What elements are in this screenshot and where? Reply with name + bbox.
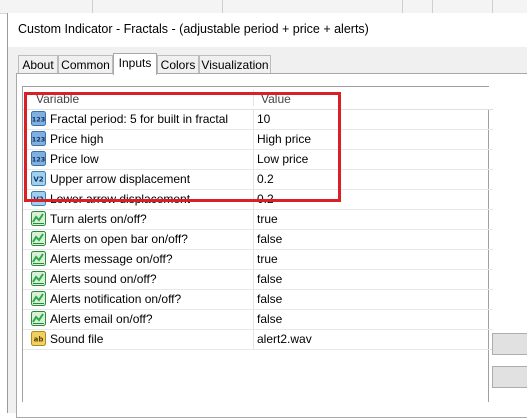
svg-text:V2: V2 bbox=[33, 196, 43, 204]
input-variable-name: Lower arrow displacement bbox=[50, 192, 191, 206]
column-separator bbox=[253, 269, 254, 289]
input-variable-name: Alerts email on/off? bbox=[50, 312, 153, 326]
svg-text:V2: V2 bbox=[33, 176, 43, 184]
input-row[interactable]: 123 Price low Low price bbox=[23, 149, 493, 170]
column-separator bbox=[253, 249, 254, 269]
inputs-grid: Variable Value 123 Fractal period: 5 for … bbox=[22, 86, 493, 402]
input-value-cell[interactable]: High price bbox=[257, 132, 311, 146]
int-icon: 123 bbox=[31, 151, 46, 166]
strip-segment bbox=[222, 0, 403, 13]
title-bar: Custom Indicator - Fractals - (adjustabl… bbox=[8, 13, 527, 47]
column-separator bbox=[253, 209, 254, 229]
input-row[interactable]: Turn alerts on/off? true bbox=[23, 209, 493, 230]
input-variable-name: Sound file bbox=[50, 332, 104, 346]
column-separator bbox=[253, 149, 254, 169]
side-button[interactable] bbox=[492, 366, 527, 388]
svg-text:123: 123 bbox=[32, 136, 46, 144]
double-icon: V2 bbox=[31, 171, 46, 186]
svg-text:ab: ab bbox=[34, 336, 44, 344]
column-separator bbox=[253, 289, 254, 309]
input-value-cell[interactable]: false bbox=[257, 232, 282, 246]
tab-colors[interactable]: Colors bbox=[157, 55, 199, 73]
input-value-cell[interactable]: 0.2 bbox=[257, 192, 274, 206]
input-value-cell[interactable]: true bbox=[257, 212, 278, 226]
input-row[interactable]: ab Sound file alert2.wav bbox=[23, 329, 493, 350]
string-icon: ab bbox=[31, 331, 46, 346]
strip-segment bbox=[92, 0, 223, 13]
input-variable-name: Alerts message on/off? bbox=[50, 252, 173, 266]
column-separator bbox=[253, 129, 254, 149]
bool-icon bbox=[31, 211, 46, 226]
header-separator bbox=[253, 90, 254, 106]
input-variable-name: Alerts sound on/off? bbox=[50, 272, 157, 286]
column-header-value[interactable]: Value bbox=[261, 92, 291, 106]
tab-common[interactable]: Common bbox=[58, 55, 113, 73]
column-separator bbox=[253, 309, 254, 329]
strip-segment bbox=[402, 0, 433, 13]
input-variable-name: Alerts notification on/off? bbox=[50, 292, 182, 306]
input-value-cell[interactable]: false bbox=[257, 312, 282, 326]
input-row[interactable]: V2 Upper arrow displacement 0.2 bbox=[23, 169, 493, 190]
int-icon: 123 bbox=[31, 131, 46, 146]
column-separator bbox=[253, 189, 254, 209]
grid-header: Variable Value bbox=[23, 87, 493, 110]
input-row[interactable]: Alerts email on/off? false bbox=[23, 309, 493, 330]
input-row[interactable]: Alerts message on/off? true bbox=[23, 249, 493, 270]
input-row[interactable]: Alerts sound on/off? false bbox=[23, 269, 493, 290]
tab-inputs[interactable]: Inputs bbox=[113, 53, 157, 75]
input-row[interactable]: 123 Price high High price bbox=[23, 129, 493, 150]
input-value-cell[interactable]: 10 bbox=[257, 112, 270, 126]
input-value-cell[interactable]: false bbox=[257, 272, 282, 286]
input-value-cell[interactable]: 0.2 bbox=[257, 172, 274, 186]
svg-text:123: 123 bbox=[32, 116, 46, 124]
column-separator bbox=[253, 109, 254, 129]
window-title: Custom Indicator - Fractals - (adjustabl… bbox=[18, 22, 369, 36]
bool-icon bbox=[31, 291, 46, 306]
svg-text:123: 123 bbox=[32, 156, 46, 164]
input-value-cell[interactable]: alert2.wav bbox=[257, 332, 312, 346]
background-window-strip bbox=[0, 0, 527, 14]
tab-about[interactable]: About bbox=[18, 55, 58, 73]
bool-icon bbox=[31, 251, 46, 266]
double-icon: V2 bbox=[31, 191, 46, 206]
strip-segment bbox=[432, 0, 493, 13]
column-separator bbox=[253, 169, 254, 189]
column-separator bbox=[253, 229, 254, 249]
int-icon: 123 bbox=[31, 111, 46, 126]
input-variable-name: Turn alerts on/off? bbox=[50, 212, 147, 226]
input-variable-name: Alerts on open bar on/off? bbox=[50, 232, 188, 246]
strip-segment bbox=[0, 0, 93, 13]
input-value-cell[interactable]: false bbox=[257, 292, 282, 306]
input-row[interactable]: 123 Fractal period: 5 for built in fracta… bbox=[23, 109, 493, 130]
input-variable-name: Upper arrow displacement bbox=[50, 172, 191, 186]
input-variable-name: Price low bbox=[50, 152, 99, 166]
input-row[interactable]: Alerts notification on/off? false bbox=[23, 289, 493, 310]
tab-visualization[interactable]: Visualization bbox=[199, 55, 271, 73]
input-variable-name: Price high bbox=[50, 132, 104, 146]
input-row[interactable]: V2 Lower arrow displacement 0.2 bbox=[23, 189, 493, 210]
column-separator bbox=[253, 329, 254, 349]
side-button[interactable] bbox=[492, 333, 527, 355]
input-value-cell[interactable]: true bbox=[257, 252, 278, 266]
input-variable-name: Fractal period: 5 for built in fractal bbox=[50, 112, 229, 126]
bool-icon bbox=[31, 271, 46, 286]
bool-icon bbox=[31, 311, 46, 326]
input-row[interactable]: Alerts on open bar on/off? false bbox=[23, 229, 493, 250]
tab-strip: About Common Inputs Colors Visualization bbox=[17, 53, 527, 75]
input-value-cell[interactable]: Low price bbox=[257, 152, 308, 166]
column-header-variable[interactable]: Variable bbox=[36, 92, 79, 106]
bool-icon bbox=[31, 231, 46, 246]
